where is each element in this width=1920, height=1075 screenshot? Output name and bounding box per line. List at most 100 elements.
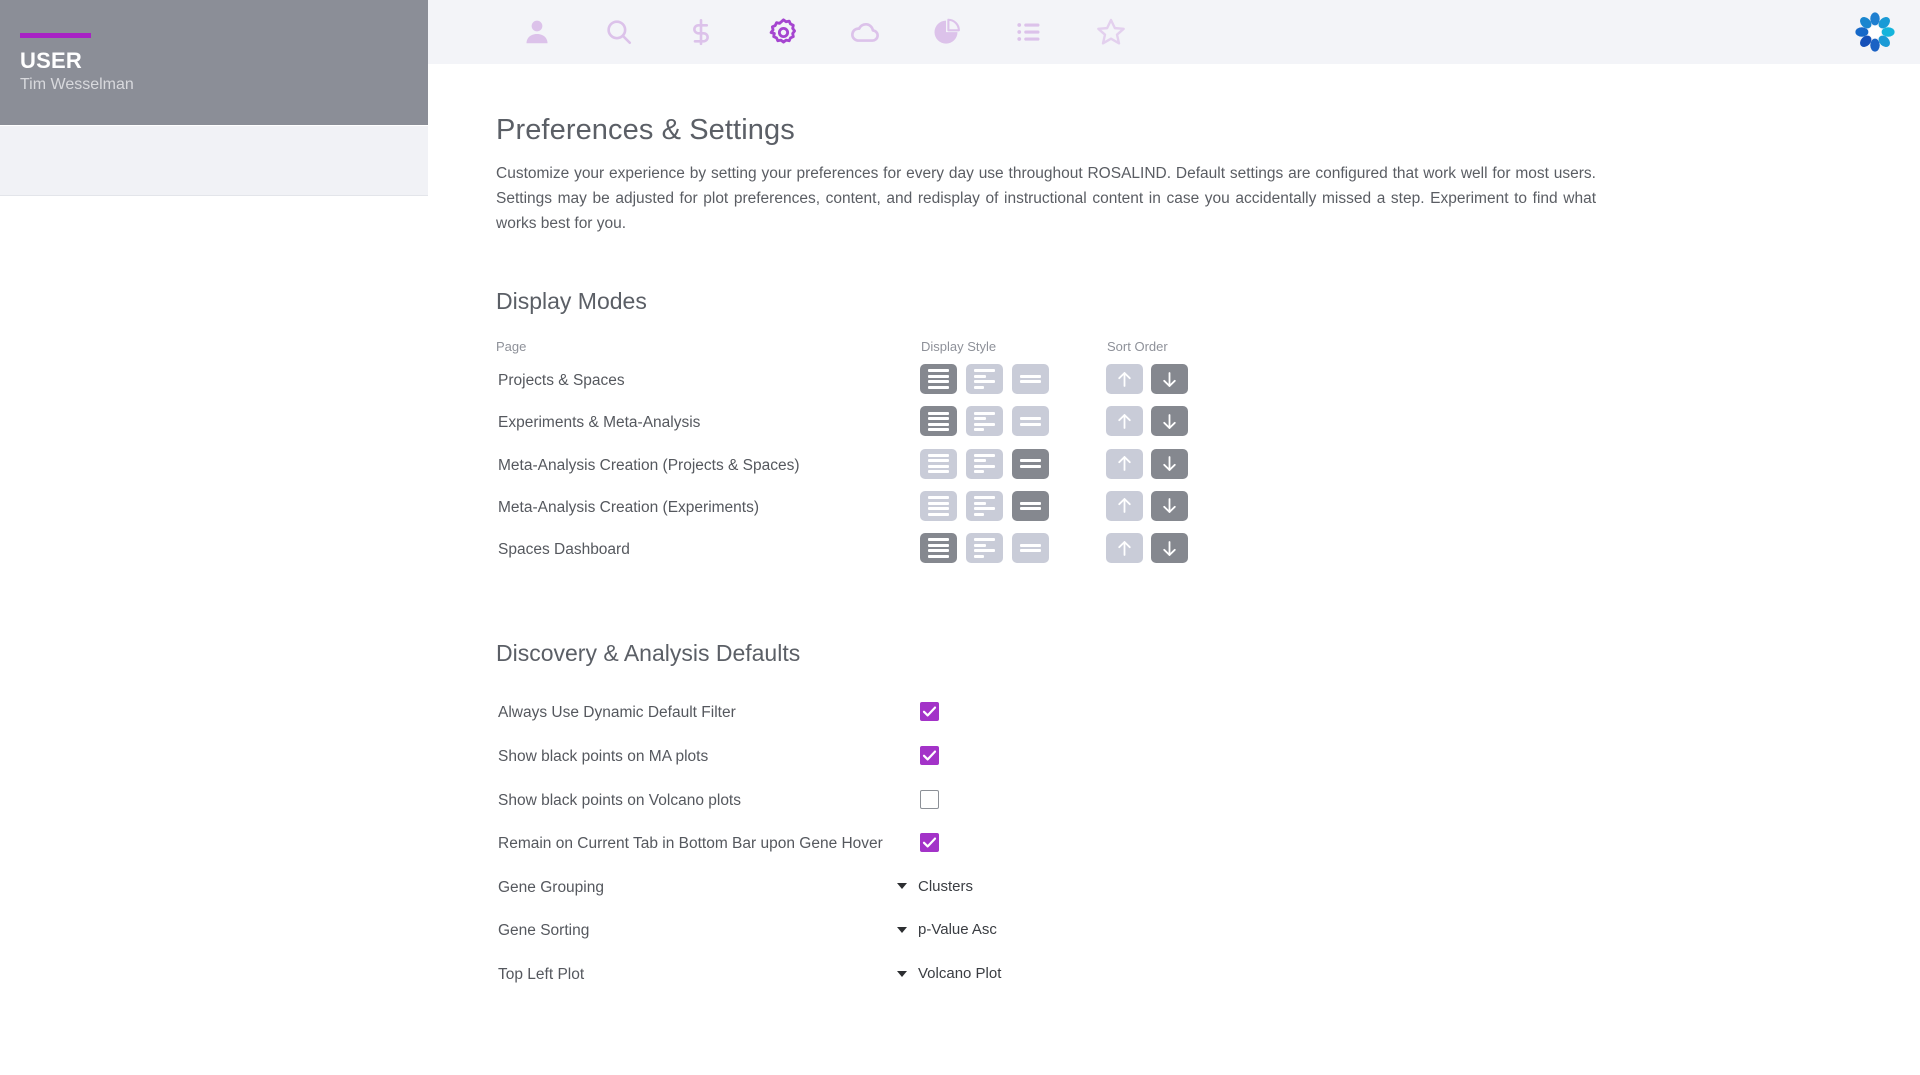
display-style-compact-button[interactable] (966, 490, 1003, 521)
chevron-down-icon (897, 926, 907, 933)
display-style-button-group (920, 364, 1049, 394)
minimal-lines-icon (1020, 459, 1041, 468)
full-lines-icon (928, 453, 949, 474)
nav-item-settings[interactable] (742, 0, 824, 64)
sort-ascending-button[interactable] (1106, 448, 1143, 479)
table-row: Projects & Spaces (496, 361, 1920, 403)
pie-chart-icon (932, 17, 962, 47)
display-style-compact-button[interactable] (966, 364, 1003, 394)
setting-label: Gene Grouping (498, 878, 604, 896)
nav-item-profile[interactable] (496, 0, 578, 64)
table-row: Spaces Dashboard (496, 530, 1920, 572)
list-icon (1014, 17, 1044, 47)
sort-order-button-group (1106, 364, 1188, 394)
setting-label: Show black points on MA plots (498, 748, 709, 766)
nav-item-lists[interactable] (988, 0, 1070, 64)
display-style-minimal-button[interactable] (1012, 364, 1049, 394)
display-style-full-button[interactable] (920, 448, 957, 479)
setting-label: Remain on Current Tab in Bottom Bar upon… (498, 835, 883, 853)
setting-row: Always Use Dynamic Default Filter (496, 693, 1920, 737)
sort-ascending-button[interactable] (1106, 406, 1143, 437)
arrow-up-icon (1118, 540, 1131, 556)
display-style-button-group (920, 448, 1049, 479)
display-style-minimal-button[interactable] (1012, 448, 1049, 479)
section-title-discovery-defaults: Discovery & Analysis Defaults (496, 640, 801, 667)
sort-ascending-button[interactable] (1106, 490, 1143, 521)
section-title-display-modes: Display Modes (496, 288, 647, 314)
sort-descending-button[interactable] (1151, 533, 1188, 564)
nav-item-reports[interactable] (906, 0, 988, 64)
accent-bar (20, 33, 91, 38)
display-style-minimal-button[interactable] (1012, 490, 1049, 521)
check-icon (922, 706, 937, 717)
display-style-compact-button[interactable] (966, 448, 1003, 479)
arrow-up-icon (1118, 456, 1131, 471)
display-style-full-button[interactable] (920, 364, 957, 394)
dollar-icon (686, 17, 716, 47)
setting-checkbox[interactable] (920, 702, 939, 722)
sort-descending-button[interactable] (1151, 490, 1188, 521)
column-header-sort-order: Sort Order (1107, 339, 1168, 354)
person-icon (522, 17, 552, 47)
sort-descending-button[interactable] (1151, 448, 1188, 479)
full-lines-icon (928, 369, 949, 389)
sort-ascending-button[interactable] (1106, 364, 1143, 394)
nav-item-favorites[interactable] (1070, 0, 1152, 64)
display-style-minimal-button[interactable] (1012, 533, 1049, 564)
display-mode-page-label: Meta-Analysis Creation (Experiments) (498, 498, 760, 516)
arrow-down-icon (1163, 413, 1176, 429)
setting-checkbox[interactable] (920, 833, 939, 853)
nav-icon-group (496, 0, 1152, 64)
arrow-down-icon (1163, 371, 1176, 387)
setting-dropdown-value: p-Value Asc (918, 921, 997, 939)
nav-item-cloud[interactable] (824, 0, 906, 64)
compact-lines-icon (974, 411, 995, 432)
sort-order-button-group (1106, 448, 1188, 479)
display-style-button-group (920, 406, 1049, 437)
arrow-up-icon (1118, 413, 1131, 429)
nav-item-search[interactable] (578, 0, 660, 64)
minimal-lines-icon (1020, 374, 1041, 384)
setting-label: Show black points on Volcano plots (498, 791, 741, 809)
sort-descending-button[interactable] (1151, 364, 1188, 394)
nav-item-billing[interactable] (660, 0, 742, 64)
sort-descending-button[interactable] (1151, 406, 1188, 437)
display-style-button-group (920, 533, 1049, 564)
setting-dropdown[interactable]: Clusters (897, 878, 973, 895)
chevron-down-icon (897, 883, 907, 890)
rosalind-logo-icon[interactable] (1854, 11, 1896, 53)
table-row: Meta-Analysis Creation (Experiments) (496, 488, 1920, 530)
setting-dropdown[interactable]: Volcano Plot (897, 965, 1001, 982)
setting-row: Top Left Plot Volcano Plot (496, 955, 1920, 999)
column-header-display-style: Display Style (921, 339, 997, 354)
setting-dropdown-value: Volcano Plot (918, 965, 1002, 983)
setting-checkbox[interactable] (920, 789, 939, 809)
full-lines-icon (928, 496, 949, 516)
compact-lines-icon (974, 538, 995, 558)
setting-dropdown[interactable]: p-Value Asc (897, 921, 997, 938)
table-row: Meta-Analysis Creation (Projects & Space… (496, 446, 1920, 488)
display-style-full-button[interactable] (920, 406, 957, 437)
full-lines-icon (928, 411, 949, 432)
display-style-button-group (920, 490, 1049, 521)
setting-dropdown-value: Clusters (918, 877, 974, 895)
page-title: Preferences & Settings (496, 114, 795, 146)
display-style-compact-button[interactable] (966, 406, 1003, 437)
setting-label: Gene Sorting (498, 922, 590, 940)
arrow-down-icon (1163, 540, 1176, 556)
setting-row: Gene Sorting p-Value Asc (496, 911, 1920, 955)
full-lines-icon (928, 538, 949, 558)
display-style-full-button[interactable] (920, 533, 957, 564)
sort-order-button-group (1106, 533, 1188, 564)
display-modes-header-row: Page Display Style Sort Order (496, 339, 1920, 361)
sort-ascending-button[interactable] (1106, 533, 1143, 564)
setting-checkbox[interactable] (920, 746, 939, 766)
sidebar-user-name: Tim Wesselman (20, 76, 134, 93)
star-icon (1095, 16, 1127, 48)
page-description: Customize your experience by setting you… (496, 165, 1596, 232)
sidebar-user-block: USER Tim Wesselman (0, 0, 428, 125)
display-style-full-button[interactable] (920, 490, 957, 521)
display-style-minimal-button[interactable] (1012, 406, 1049, 437)
discovery-defaults-list: Always Use Dynamic Default Filter Show bl… (496, 693, 1920, 998)
display-style-compact-button[interactable] (966, 533, 1003, 564)
